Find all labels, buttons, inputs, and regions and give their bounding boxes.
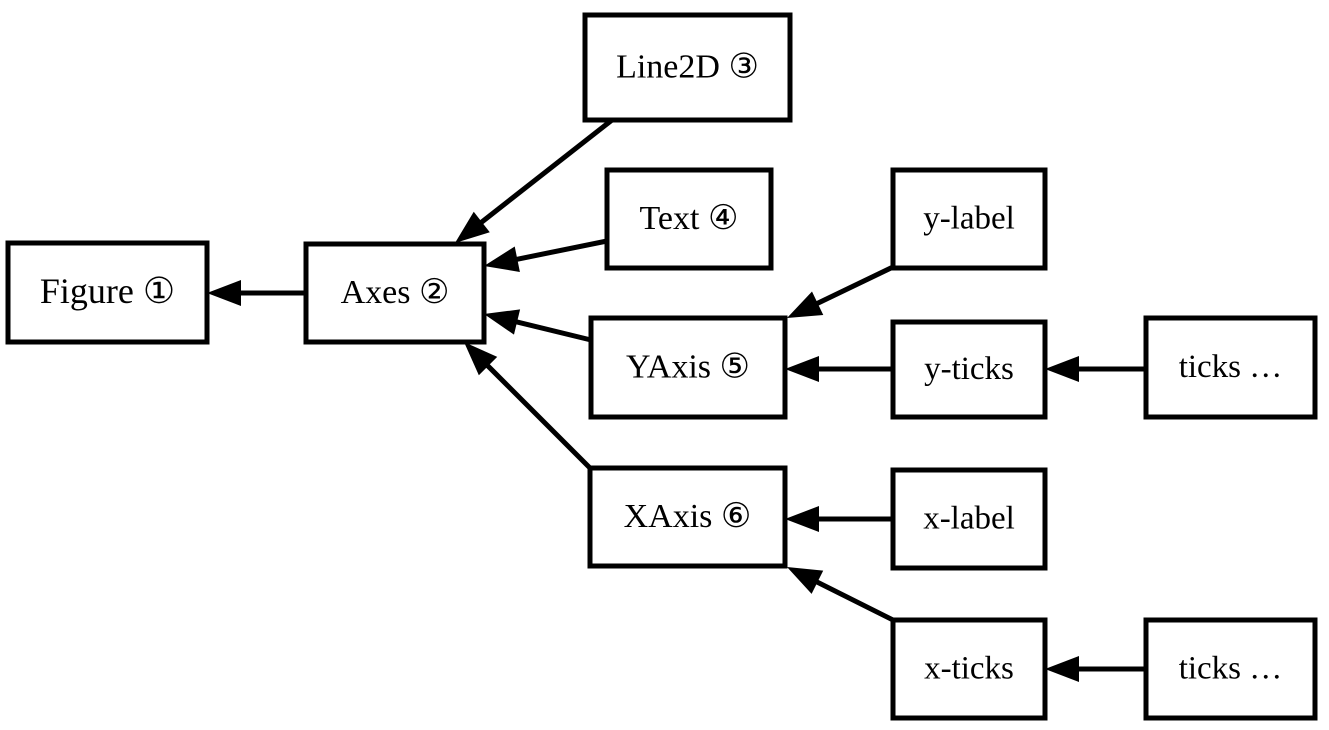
figure-node[interactable]: Figure ①: [5, 240, 210, 345]
text-node-label: Text ④: [640, 200, 739, 237]
edge-line2d-to-axes: [455, 118, 614, 243]
edge-axes-to-figure: [207, 280, 306, 306]
axes-node[interactable]: Axes ②: [303, 241, 487, 345]
x-label-node-label: x-label: [923, 501, 1015, 537]
text-node[interactable]: Text ④: [604, 167, 774, 271]
edge-text-to-axes-arrowhead-icon: [484, 246, 520, 272]
edge-yaxis-to-axes-line: [510, 318, 592, 343]
yaxis-node[interactable]: YAxis ⑤: [588, 315, 788, 420]
edge-xlabel-to-xaxis: [785, 506, 893, 532]
edge-ylabel-to-yaxis: [787, 264, 895, 318]
y-ticks-more-node[interactable]: ticks …: [1143, 315, 1318, 420]
y-label-node-label: y-label: [923, 201, 1015, 237]
x-ticks-node-label: x-ticks: [924, 651, 1014, 687]
edge-xticks-to-xaxis-arrowhead-icon: [787, 567, 824, 594]
edge-yticks-to-yaxis: [785, 356, 893, 382]
edge-yticksmore-to-yticks-arrowhead-icon: [1045, 356, 1079, 382]
edge-axes-to-figure-arrowhead-icon: [207, 280, 241, 306]
edge-yaxis-to-axes-arrowhead-icon: [484, 309, 521, 335]
edge-xticks-to-xaxis-line: [810, 577, 897, 624]
x-ticks-more-node-label: ticks …: [1179, 651, 1283, 687]
edge-yticksmore-to-yticks: [1045, 356, 1146, 382]
diagram-canvas: Figure ① Axes ② Line2D ③ Text ④ y-label YAxis…: [0, 0, 1329, 730]
y-ticks-more-node-label: ticks …: [1179, 349, 1283, 385]
y-ticks-node-label: y-ticks: [924, 351, 1014, 387]
figure-node-label: Figure ①: [40, 271, 175, 311]
edge-xaxis-to-axes-line: [482, 360, 594, 472]
line2d-node-label: Line2D ③: [616, 48, 759, 85]
edge-text-to-axes: [484, 238, 608, 272]
edge-xticks-to-xaxis: [787, 567, 897, 624]
xaxis-node[interactable]: XAxis ⑥: [587, 465, 788, 569]
edge-line2d-to-axes-arrowhead-icon: [455, 211, 490, 243]
edge-ylabel-to-yaxis-line: [811, 264, 895, 309]
edge-xaxis-to-axes: [464, 342, 594, 472]
x-ticks-more-node[interactable]: ticks …: [1143, 617, 1318, 721]
edge-xlabel-to-xaxis-arrowhead-icon: [785, 506, 819, 532]
x-ticks-node[interactable]: x-ticks: [890, 617, 1048, 721]
edge-ylabel-to-yaxis-arrowhead-icon: [787, 291, 824, 318]
diagram-svg: Figure ① Axes ② Line2D ③ Text ④ y-label YAxis…: [5, 12, 1318, 721]
yaxis-node-label: YAxis ⑤: [626, 348, 750, 385]
xaxis-node-label: XAxis ⑥: [624, 498, 752, 535]
edge-xticksmore-to-xticks-arrowhead-icon: [1045, 656, 1079, 682]
axes-node-label: Axes ②: [341, 274, 450, 311]
line2d-node[interactable]: Line2D ③: [582, 12, 793, 123]
y-ticks-node[interactable]: y-ticks: [890, 319, 1048, 420]
edge-yaxis-to-axes: [484, 309, 592, 343]
edge-yticks-to-yaxis-arrowhead-icon: [785, 356, 819, 382]
edge-text-to-axes-line: [510, 238, 608, 263]
x-label-node[interactable]: x-label: [890, 467, 1048, 571]
edge-xticksmore-to-xticks: [1045, 656, 1146, 682]
y-label-node[interactable]: y-label: [890, 167, 1048, 271]
edge-line2d-to-axes-line: [475, 118, 614, 228]
